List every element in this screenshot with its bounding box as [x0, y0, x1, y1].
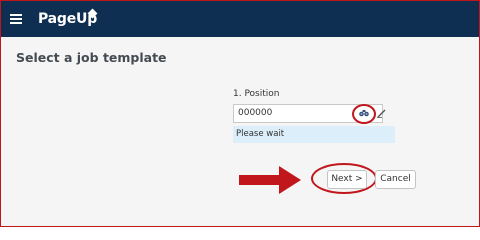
- application-window: PageUp Select a job template 1. Position…: [0, 0, 480, 227]
- position-label: 1. Position: [233, 89, 280, 99]
- lookup-highlight-circle: [352, 104, 376, 124]
- top-navigation-bar: PageUp: [1, 1, 479, 37]
- next-button[interactable]: Next >: [327, 170, 367, 189]
- position-input-value: 000000: [238, 108, 273, 118]
- pencil-icon[interactable]: [376, 109, 387, 118]
- status-message: Please wait: [233, 126, 395, 143]
- cancel-button[interactable]: Cancel: [375, 170, 416, 189]
- status-text: Please wait: [236, 129, 285, 139]
- page-title: Select a job template: [16, 50, 167, 65]
- hamburger-menu-icon[interactable]: [10, 14, 22, 24]
- right-arrow-icon: [239, 166, 301, 194]
